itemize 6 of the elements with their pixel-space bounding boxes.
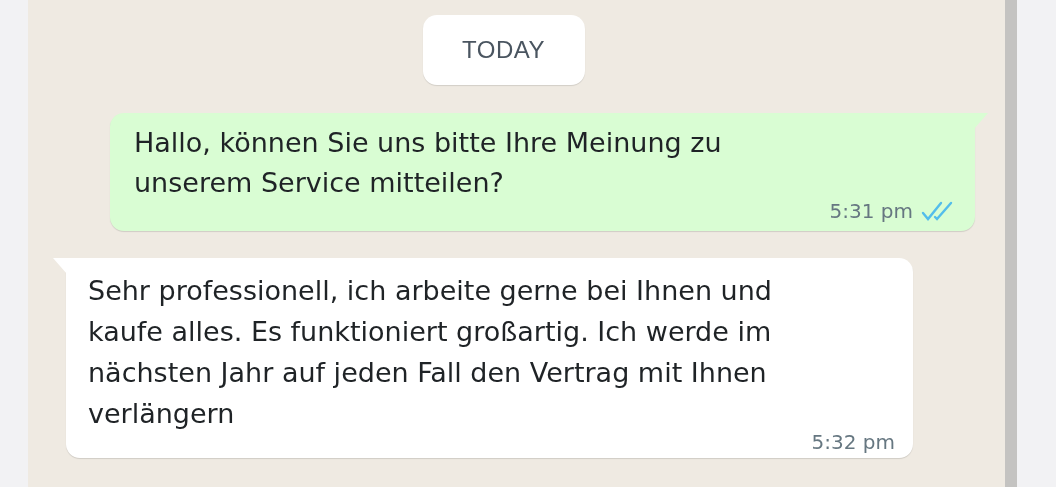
date-label: TODAY [422,15,585,85]
message-text: Hallo, können Sie uns bitte Ihre Meinung zu unserem Service mitteilen? [134,126,723,200]
message-time: 5:31 pm [829,199,913,223]
message-text: Sehr professionell, ich arbeite gerne bei Ihnen und kaufe alles. Es funktioniert großartig. Ich werde im nächsten Jahr auf jeden Fall den Vertrag mit Ihnen verlängern [88,274,773,431]
message-time: 5:32 pm [811,430,895,454]
scrollbar[interactable] [1005,0,1017,487]
